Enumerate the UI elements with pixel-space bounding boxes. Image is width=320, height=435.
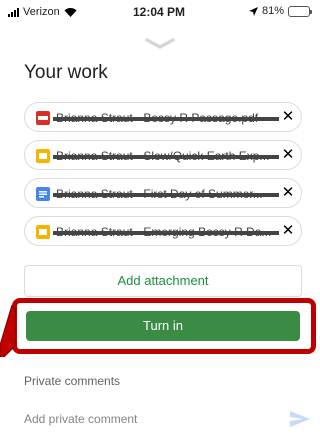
- redaction-bar: [53, 193, 279, 197]
- slides-icon: [36, 225, 50, 239]
- remove-attachment-close-icon[interactable]: ✕: [279, 108, 297, 126]
- attachment-chip[interactable]: Brianna Straut - Slow/Quick Earth Exp...…: [24, 140, 302, 170]
- add-attachment-button[interactable]: Add attachment: [24, 265, 302, 297]
- status-right: 81%: [248, 5, 312, 17]
- docs-icon: [36, 187, 50, 201]
- page-title: Your work: [24, 62, 108, 83]
- location-arrow-icon: [248, 6, 258, 16]
- attachment-chip[interactable]: Brianna Straut - Emerging Bossy R Da... …: [24, 216, 302, 246]
- pdf-icon: [36, 111, 50, 125]
- turn-in-button[interactable]: Turn in: [26, 311, 300, 341]
- remove-attachment-close-icon[interactable]: ✕: [279, 146, 297, 164]
- redaction-bar: [53, 117, 279, 121]
- sheet-handle-chevron-icon[interactable]: [145, 38, 175, 50]
- annotation-arrow-icon: [0, 305, 16, 357]
- battery-icon: [288, 5, 312, 17]
- redaction-bar: [53, 231, 279, 235]
- send-icon[interactable]: [290, 411, 310, 427]
- status-bar: Verizon 12:04 PM 81%: [0, 0, 318, 26]
- attachment-chip[interactable]: Brianna Straut - First Day of Summer... …: [24, 178, 302, 208]
- attachment-chip[interactable]: Brianna Straut - Bossy R Passage.pdf ✕: [24, 102, 302, 132]
- battery-percent: 81%: [261, 5, 284, 17]
- slides-icon: [36, 149, 50, 163]
- redaction-bar: [53, 155, 279, 159]
- private-comments-label: Private comments: [24, 374, 121, 388]
- remove-attachment-close-icon[interactable]: ✕: [279, 222, 297, 240]
- remove-attachment-close-icon[interactable]: ✕: [279, 184, 297, 202]
- private-comment-input[interactable]: Add private comment: [24, 412, 137, 426]
